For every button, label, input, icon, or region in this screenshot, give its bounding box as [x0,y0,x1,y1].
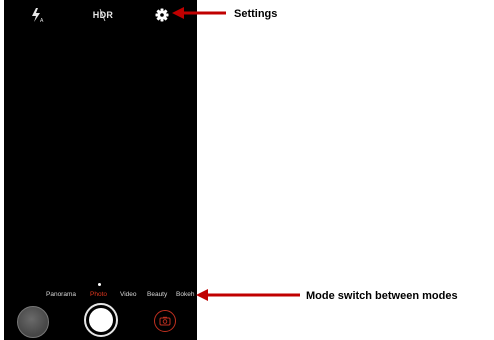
shutter-inner [89,308,113,332]
shutter-button[interactable] [84,303,118,337]
settings-annotation: Settings [234,8,278,20]
modes-arrow [196,289,300,301]
gear-icon[interactable] [154,6,170,24]
svg-text:A: A [40,18,44,23]
mode-photo[interactable]: Photo [90,291,107,298]
settings-arrow [172,7,226,19]
mode-indicator-dot [98,283,101,286]
hdr-toggle[interactable]: HDR [88,6,118,24]
mode-panorama[interactable]: Panorama [46,291,76,298]
modes-annotation: Mode switch between modes [306,290,458,302]
mode-bokeh[interactable]: Bokeh [176,291,194,298]
mode-beauty[interactable]: Beauty [147,291,167,298]
gallery-thumbnail[interactable] [17,306,49,338]
mode-video[interactable]: Video [120,291,137,298]
flash-auto-icon[interactable]: A [30,6,46,24]
camera-top-bar: A HDR [4,0,197,30]
switch-camera-icon[interactable] [154,310,176,332]
camera-screen: A HDR Panorama Photo Video Beauty Bokeh [4,0,197,340]
mode-selector[interactable]: Panorama Photo Video Beauty Bokeh [4,289,197,303]
